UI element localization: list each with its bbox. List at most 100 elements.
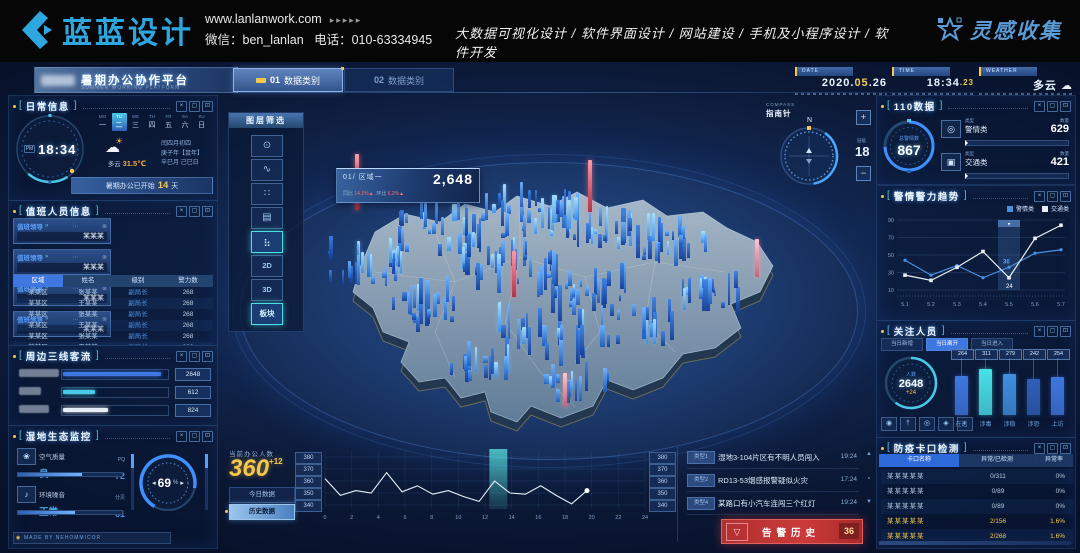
person-icon[interactable]: ◎: [919, 417, 935, 431]
table-row[interactable]: 某某区张某某副局长268: [13, 309, 213, 320]
layer-button-signal-icon[interactable]: ∿: [251, 159, 283, 181]
panel-window-icon[interactable]: ▢: [189, 351, 200, 362]
layer-button-people-icon[interactable]: ∷: [251, 183, 283, 205]
panel-close-icon[interactable]: ×: [176, 206, 187, 217]
panel-close-icon[interactable]: ×: [1034, 101, 1045, 112]
panel-window-icon[interactable]: ▢: [189, 101, 200, 112]
panel-window-icon[interactable]: ▢: [189, 206, 200, 217]
close-icon[interactable]: ⊗: [102, 254, 107, 261]
panel-close-icon[interactable]: ×: [1034, 326, 1045, 337]
eco-title: 湿地生态监控: [24, 429, 94, 443]
panel-window-icon[interactable]: ▢: [189, 431, 200, 442]
panel-expand-icon[interactable]: ⊡: [202, 431, 213, 442]
weekday-cell[interactable]: TH四: [145, 113, 160, 131]
gun-icon[interactable]: †: [900, 417, 916, 431]
focus-bar: [979, 369, 992, 415]
gauge-slider-right[interactable]: [205, 454, 208, 510]
map-data-bar: [713, 287, 715, 293]
weather-label: WEATHER: [979, 67, 1037, 76]
table-row[interactable]: 某某某某某0/890%: [881, 484, 1073, 499]
air-quality-icon: ❀: [17, 448, 36, 465]
panel-expand-icon[interactable]: ⊡: [1060, 326, 1071, 337]
layer-button-板块[interactable]: 板块: [251, 303, 283, 325]
focus-tab[interactable]: 当日新增: [881, 338, 923, 351]
panel-window-icon[interactable]: ▢: [1047, 443, 1058, 454]
panel-expand-icon[interactable]: ⊡: [202, 351, 213, 362]
panel-expand-icon[interactable]: ⊡: [1060, 443, 1071, 454]
weekday-cell[interactable]: SA六: [178, 113, 193, 131]
panel-expand-icon[interactable]: ⊡: [1060, 191, 1071, 202]
panel-close-icon[interactable]: ×: [176, 431, 187, 442]
panel-close-icon[interactable]: ×: [1034, 443, 1045, 454]
map-data-bar: [544, 374, 548, 385]
close-icon[interactable]: ⊗: [102, 223, 107, 230]
tab1-label: 数据类别: [284, 74, 320, 87]
weekday-cell[interactable]: WE三: [128, 113, 143, 131]
panel-close-icon[interactable]: ×: [1034, 191, 1045, 202]
duty-header-cell[interactable]: 警力数: [163, 275, 213, 287]
panel-window-icon[interactable]: ▢: [1047, 326, 1058, 337]
table-row[interactable]: 某某区王某某副局长268: [13, 320, 213, 331]
more-icon[interactable]: ⋯: [72, 254, 78, 261]
duty-header-cell[interactable]: 姓名: [63, 275, 113, 287]
alert-scroll-dot-icon[interactable]: ●: [865, 475, 873, 480]
vehicle-icon[interactable]: ◉: [881, 417, 897, 431]
more-icon[interactable]: ⋯: [72, 223, 78, 230]
checkpoint-header-tab[interactable]: 卡口名称: [879, 454, 960, 467]
compass-dial[interactable]: N: [774, 114, 844, 190]
map-3d-region[interactable]: [255, 162, 845, 452]
layer-button-2D[interactable]: 2D: [251, 255, 283, 277]
table-row[interactable]: 某某区张某某副局长268: [13, 287, 213, 298]
checkpoint-header-tab[interactable]: 异常/已检测: [959, 454, 1036, 467]
duty-header-cell[interactable]: 区域: [13, 275, 63, 287]
panel-expand-icon[interactable]: ⊡: [202, 206, 213, 217]
checkpoint-ratio: 0/311: [965, 469, 1031, 484]
alert-scroll-up-icon[interactable]: ▲: [865, 451, 873, 457]
panel-window-icon[interactable]: ▢: [1047, 191, 1058, 202]
tab-data-category-1[interactable]: 01 数据类别: [233, 68, 343, 92]
weekday-cell[interactable]: FR五: [161, 113, 176, 131]
table-row[interactable]: 某某区张某某副局长268: [13, 331, 213, 342]
alarm-type-name: 交通类: [965, 157, 988, 168]
alert-time: 17:24: [841, 476, 857, 483]
duty-leader-card[interactable]: 值班领导»⋯⊗某某某: [13, 218, 111, 244]
weekday-cell[interactable]: SU日: [194, 113, 209, 131]
logo: 蓝蓝设计: [14, 8, 194, 52]
panel-close-icon[interactable]: ×: [176, 351, 187, 362]
table-row[interactable]: 某某区王某某副局长268: [13, 298, 213, 309]
table-row[interactable]: 某某某某某2/1561.6%: [881, 514, 1073, 529]
duty-header-cell[interactable]: 级别: [113, 275, 163, 287]
panel-expand-icon[interactable]: ⊡: [202, 101, 213, 112]
alert-scroll-down-icon[interactable]: ▼: [865, 499, 873, 505]
zoom-in-button[interactable]: +: [856, 110, 871, 125]
table-row[interactable]: 某某某某某0/3110%: [881, 469, 1073, 484]
zoom-out-button[interactable]: −: [856, 166, 871, 181]
duty-leader-card[interactable]: 值班领导»⋯⊗某某某: [13, 249, 111, 275]
wechat-text: 微信：ben_lanlan: [205, 33, 304, 47]
layer-button-3D[interactable]: 3D: [251, 279, 283, 301]
gauge-slider-left[interactable]: [131, 454, 134, 510]
layer-button-bars-icon[interactable]: ⣦: [251, 231, 283, 253]
panel-eco-monitor: [湿地生态监控]×▢⊡ ❀ 空气质量良 PQ72 ♪ 环境噪音正常 分贝61 ◂…: [8, 425, 218, 549]
duty-cell: 某某区: [13, 298, 63, 309]
map-data-bar: [546, 273, 550, 279]
focus-bar-value: 254: [1047, 349, 1070, 360]
alert-row[interactable]: 类型4某路口有小汽车连闯三个红灯19:24: [687, 493, 859, 515]
panel-expand-icon[interactable]: ⊡: [1060, 101, 1071, 112]
alert-row[interactable]: 类型2RD13-53烟感报警疑似火灾17:24: [687, 470, 859, 492]
layer-button-camera-icon[interactable]: ⊙: [251, 135, 283, 157]
panel-window-icon[interactable]: ▢: [1047, 101, 1058, 112]
trend-chart: 9070503010▾36245.15.25.35.45.55.65.7: [879, 214, 1073, 316]
panel-close-icon[interactable]: ×: [176, 101, 187, 112]
weekday-cell[interactable]: MO一: [95, 113, 110, 131]
layer-button-building-icon[interactable]: ▤: [251, 207, 283, 229]
focus-category: 在逃: [951, 419, 972, 428]
alert-row[interactable]: 类型1湿地3-104片区有不明人员闯入19:24: [687, 447, 859, 469]
tab-data-category-2[interactable]: 02 数据类别: [344, 68, 454, 92]
alarm-history-button[interactable]: ▽ 告警历史 36: [721, 519, 863, 544]
website-link[interactable]: www.lanlanwork.com: [205, 12, 322, 26]
table-row[interactable]: 某某某某某0/890%: [881, 499, 1073, 514]
inspiration-collection[interactable]: 灵感收集: [937, 15, 1062, 45]
weekday-cell[interactable]: TU二: [112, 113, 127, 131]
checkpoint-header-tab[interactable]: 异常率: [1035, 454, 1074, 467]
